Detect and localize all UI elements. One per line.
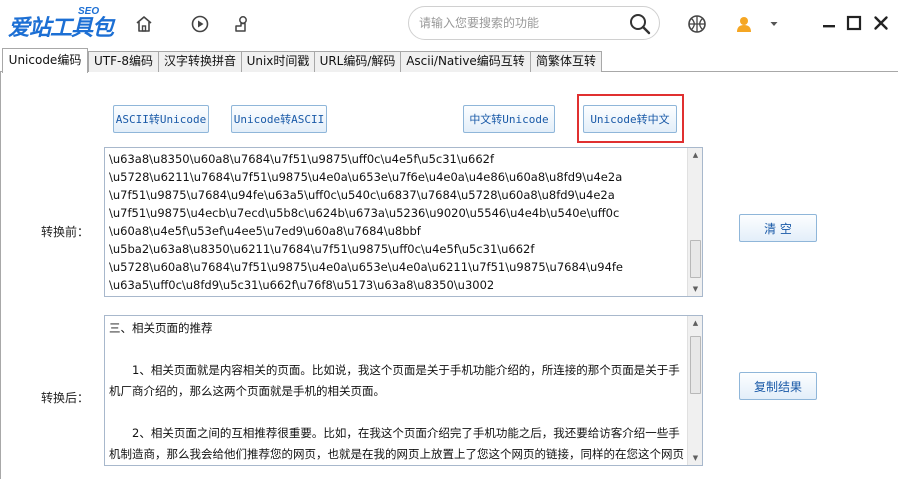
scroll-up-icon[interactable]: ▲ xyxy=(688,148,702,162)
scrollbar-thumb[interactable] xyxy=(690,240,701,278)
before-label: 转换前： xyxy=(41,225,90,239)
minimize-button[interactable] xyxy=(818,12,840,34)
scroll-down-icon[interactable]: ▼ xyxy=(688,451,702,465)
tab-pinyin[interactable]: 汉字转换拼音 xyxy=(158,51,242,72)
user-avatar-icon[interactable] xyxy=(730,10,758,38)
output-scrollbar[interactable]: ▲ ▼ xyxy=(687,316,702,465)
search-input[interactable] xyxy=(419,13,624,33)
output-text: 三、相关页面的推荐 1、相关页面就是内容相关的页面。比如说，我这个页面是关于手机… xyxy=(109,321,684,461)
output-textarea[interactable]: 三、相关页面的推荐 1、相关页面就是内容相关的页面。比如说，我这个页面是关于手机… xyxy=(104,315,703,466)
app-logo: 爱站工具包 SEO xyxy=(6,6,122,41)
clear-button[interactable]: 清 空 xyxy=(739,214,817,242)
puzzle-icon[interactable] xyxy=(228,10,256,38)
unicode-to-ascii-button[interactable]: Unicode转ASCII xyxy=(231,105,327,133)
maximize-button[interactable] xyxy=(843,12,865,34)
chevron-down-icon[interactable] xyxy=(764,10,784,38)
chinese-to-unicode-button[interactable]: 中文转Unicode xyxy=(463,105,555,133)
close-button[interactable] xyxy=(870,12,892,34)
ascii-to-unicode-button[interactable]: ASCII转Unicode xyxy=(113,105,209,133)
play-icon[interactable] xyxy=(186,10,214,38)
scroll-down-icon[interactable]: ▼ xyxy=(688,282,702,296)
tab-bar: Unicode编码 UTF-8编码 汉字转换拼音 Unix时间戳 URL编码/解… xyxy=(0,48,898,73)
tab-utf8[interactable]: UTF-8编码 xyxy=(88,51,159,72)
input-text: \u63a8\u8350\u60a8\u7684\u7f51\u9875\uff… xyxy=(109,152,624,292)
tab-url-encode[interactable]: URL编码/解码 xyxy=(314,51,401,72)
input-textarea[interactable]: \u63a8\u8350\u60a8\u7684\u7f51\u9875\uff… xyxy=(104,147,703,297)
tab-unix-timestamp[interactable]: Unix时间戳 xyxy=(241,51,315,72)
after-label: 转换后： xyxy=(41,391,90,405)
unicode-panel: ASCII转Unicode Unicode转ASCII 中文转Unicode U… xyxy=(0,72,898,479)
tab-traditional-simplified[interactable]: 简繁体互转 xyxy=(530,51,602,72)
copy-result-button[interactable]: 复制结果 xyxy=(739,372,817,400)
unicode-to-chinese-button[interactable]: Unicode转中文 xyxy=(583,105,677,133)
title-bar: 爱站工具包 SEO xyxy=(0,0,898,48)
basketball-icon[interactable] xyxy=(683,10,711,38)
search-box[interactable] xyxy=(408,6,660,40)
search-icon[interactable] xyxy=(629,13,651,35)
scroll-up-icon[interactable]: ▲ xyxy=(688,316,702,330)
input-scrollbar[interactable]: ▲ ▼ xyxy=(687,148,702,296)
tab-unicode[interactable]: Unicode编码 xyxy=(2,48,88,73)
home-icon[interactable] xyxy=(130,10,158,38)
scrollbar-thumb[interactable] xyxy=(690,336,701,394)
tab-ascii-native[interactable]: Ascii/Native编码互转 xyxy=(400,51,531,72)
logo-badge: SEO xyxy=(78,6,100,17)
